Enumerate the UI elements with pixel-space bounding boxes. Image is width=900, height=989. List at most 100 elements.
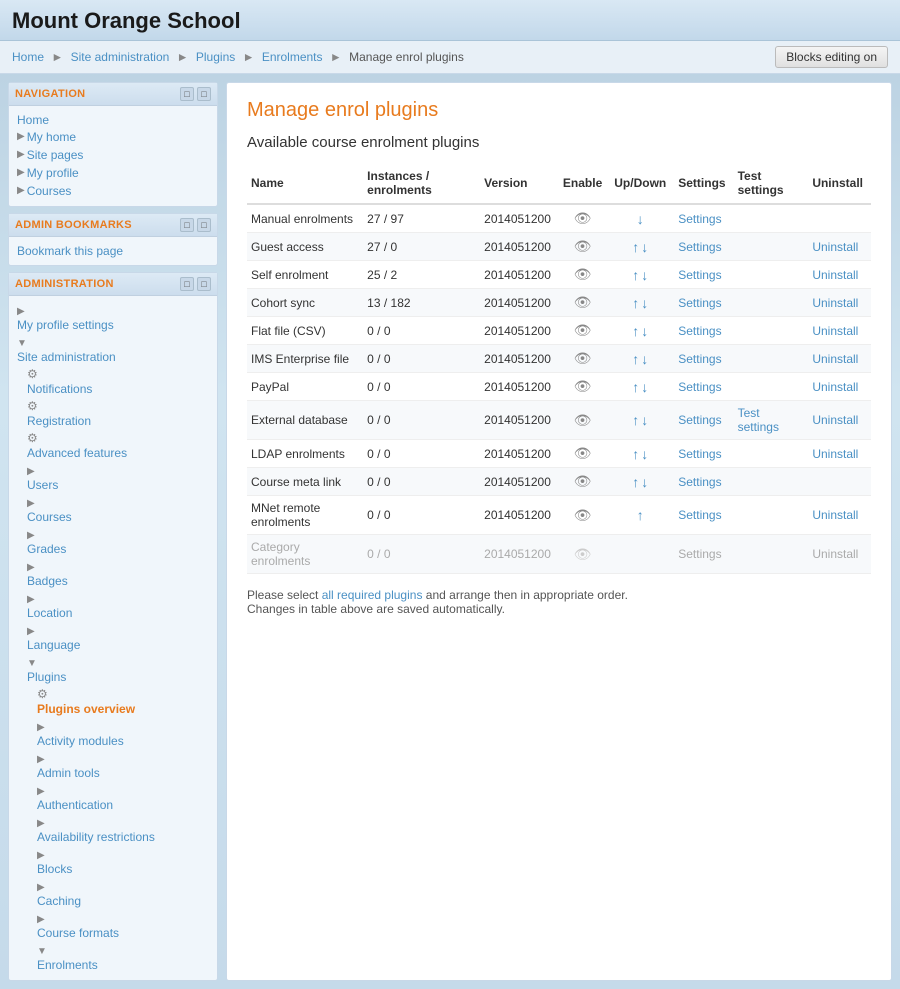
- settings-link[interactable]: Settings: [678, 547, 721, 561]
- settings-link[interactable]: Settings: [678, 268, 721, 282]
- admin-users-link[interactable]: Users: [27, 477, 209, 493]
- enable-eye-icon[interactable]: 👁: [574, 322, 592, 338]
- breadcrumb-plugins[interactable]: Plugins: [196, 50, 235, 64]
- enable-eye-icon[interactable]: 👁: [574, 445, 592, 461]
- settings-link[interactable]: Settings: [678, 240, 721, 254]
- plugin-enable[interactable]: 👁: [559, 440, 610, 468]
- up-arrow-button[interactable]: ↑: [632, 323, 639, 339]
- down-arrow-button[interactable]: ↓: [641, 239, 648, 255]
- up-arrow-button[interactable]: ↑: [632, 239, 639, 255]
- down-arrow-button[interactable]: ↓: [641, 412, 648, 428]
- down-arrow-button[interactable]: ↓: [641, 267, 648, 283]
- plugin-enable[interactable]: 👁: [559, 468, 610, 496]
- nav-myprofile-link[interactable]: My profile: [27, 165, 79, 181]
- admin-badges-link[interactable]: Badges: [27, 573, 209, 589]
- admin-myprofile-link[interactable]: My profile settings: [17, 317, 209, 333]
- uninstall-link[interactable]: Uninstall: [812, 508, 858, 522]
- up-arrow-button[interactable]: ↑: [637, 507, 644, 523]
- plugin-enable[interactable]: 👁: [559, 233, 610, 261]
- settings-link[interactable]: Settings: [678, 296, 721, 310]
- up-arrow-button[interactable]: ↑: [632, 351, 639, 367]
- enable-eye-icon[interactable]: 👁: [574, 350, 592, 366]
- breadcrumb-site-admin[interactable]: Site administration: [71, 50, 170, 64]
- up-arrow-button[interactable]: ↑: [632, 379, 639, 395]
- admin-grades-link[interactable]: Grades: [27, 541, 209, 557]
- enable-eye-icon[interactable]: 👁: [574, 378, 592, 394]
- bookmarks-block-icon-2[interactable]: □: [197, 218, 211, 232]
- nav-sitepages-link[interactable]: Site pages: [27, 147, 84, 163]
- administration-block-icon-1[interactable]: □: [180, 277, 194, 291]
- plugin-enable[interactable]: 👁: [559, 317, 610, 345]
- uninstall-link[interactable]: Uninstall: [812, 324, 858, 338]
- down-arrow-button[interactable]: ↓: [641, 295, 648, 311]
- plugin-enable[interactable]: 👁: [559, 373, 610, 401]
- down-arrow-button[interactable]: ↓: [641, 474, 648, 490]
- admin-siteadmin-link[interactable]: Site administration: [17, 349, 209, 365]
- admin-pluginsoverview-link[interactable]: Plugins overview: [37, 701, 209, 717]
- admin-courseformats-link[interactable]: Course formats: [37, 925, 209, 941]
- blocks-editing-button[interactable]: Blocks editing on: [775, 46, 888, 68]
- up-arrow-button[interactable]: ↑: [632, 474, 639, 490]
- enable-eye-icon[interactable]: 👁: [574, 210, 592, 226]
- admin-admintools-link[interactable]: Admin tools: [37, 765, 209, 781]
- settings-link[interactable]: Settings: [678, 447, 721, 461]
- admin-advfeatures-link[interactable]: Advanced features: [27, 445, 209, 461]
- plugin-enable[interactable]: 👁: [559, 535, 610, 574]
- plugin-enable[interactable]: 👁: [559, 496, 610, 535]
- uninstall-link[interactable]: Uninstall: [812, 447, 858, 461]
- up-arrow-button[interactable]: ↑: [632, 267, 639, 283]
- admin-courses-link[interactable]: Courses: [27, 509, 209, 525]
- settings-link[interactable]: Settings: [678, 380, 721, 394]
- settings-link[interactable]: Settings: [678, 352, 721, 366]
- enable-eye-icon[interactable]: 👁: [574, 238, 592, 254]
- admin-auth-link[interactable]: Authentication: [37, 797, 209, 813]
- down-arrow-button[interactable]: ↓: [641, 323, 648, 339]
- nav-courses-link[interactable]: Courses: [27, 183, 72, 199]
- down-arrow-button[interactable]: ↓: [641, 351, 648, 367]
- uninstall-link[interactable]: Uninstall: [812, 380, 858, 394]
- enable-eye-icon[interactable]: 👁: [574, 507, 592, 523]
- admin-location-link[interactable]: Location: [27, 605, 209, 621]
- admin-actmod-link[interactable]: Activity modules: [37, 733, 209, 749]
- settings-link[interactable]: Settings: [678, 475, 721, 489]
- down-arrow-button[interactable]: ↓: [641, 446, 648, 462]
- plugin-enable[interactable]: 👁: [559, 204, 610, 233]
- enable-eye-icon[interactable]: 👁: [574, 412, 592, 428]
- enable-eye-icon[interactable]: 👁: [574, 294, 592, 310]
- plugin-enable[interactable]: 👁: [559, 289, 610, 317]
- up-arrow-button[interactable]: ↑: [632, 412, 639, 428]
- test-settings-link[interactable]: Test settings: [738, 406, 779, 434]
- uninstall-link[interactable]: Uninstall: [812, 413, 858, 427]
- up-arrow-button[interactable]: ↑: [632, 446, 639, 462]
- settings-link[interactable]: Settings: [678, 508, 721, 522]
- admin-caching-link[interactable]: Caching: [37, 893, 209, 909]
- bookmark-this-page-link[interactable]: Bookmark this page: [17, 243, 209, 259]
- uninstall-link[interactable]: Uninstall: [812, 352, 858, 366]
- navigation-block-icon-2[interactable]: □: [197, 87, 211, 101]
- uninstall-link[interactable]: Uninstall: [812, 547, 858, 561]
- settings-link[interactable]: Settings: [678, 324, 721, 338]
- nav-myhome-link[interactable]: My home: [27, 129, 76, 145]
- up-arrow-button[interactable]: ↑: [632, 295, 639, 311]
- admin-blocks-link[interactable]: Blocks: [37, 861, 209, 877]
- admin-availres-link[interactable]: Availability restrictions: [37, 829, 209, 845]
- admin-notifications-link[interactable]: Notifications: [27, 381, 209, 397]
- breadcrumb-enrolments[interactable]: Enrolments: [262, 50, 323, 64]
- plugin-enable[interactable]: 👁: [559, 261, 610, 289]
- admin-registration-link[interactable]: Registration: [27, 413, 209, 429]
- settings-link[interactable]: Settings: [678, 212, 721, 226]
- footer-note-link[interactable]: all required plugins: [322, 588, 423, 602]
- plugin-enable[interactable]: 👁: [559, 401, 610, 440]
- uninstall-link[interactable]: Uninstall: [812, 240, 858, 254]
- admin-plugins-link[interactable]: Plugins: [27, 669, 209, 685]
- enable-eye-icon[interactable]: 👁: [574, 473, 592, 489]
- enable-eye-icon[interactable]: 👁: [574, 266, 592, 282]
- admin-enrolments-link[interactable]: Enrolments: [37, 957, 209, 973]
- nav-home-link[interactable]: Home: [17, 112, 209, 128]
- uninstall-link[interactable]: Uninstall: [812, 296, 858, 310]
- administration-block-icon-2[interactable]: □: [197, 277, 211, 291]
- bookmarks-block-icon-1[interactable]: □: [180, 218, 194, 232]
- down-arrow-button[interactable]: ↓: [641, 379, 648, 395]
- uninstall-link[interactable]: Uninstall: [812, 268, 858, 282]
- admin-language-link[interactable]: Language: [27, 637, 209, 653]
